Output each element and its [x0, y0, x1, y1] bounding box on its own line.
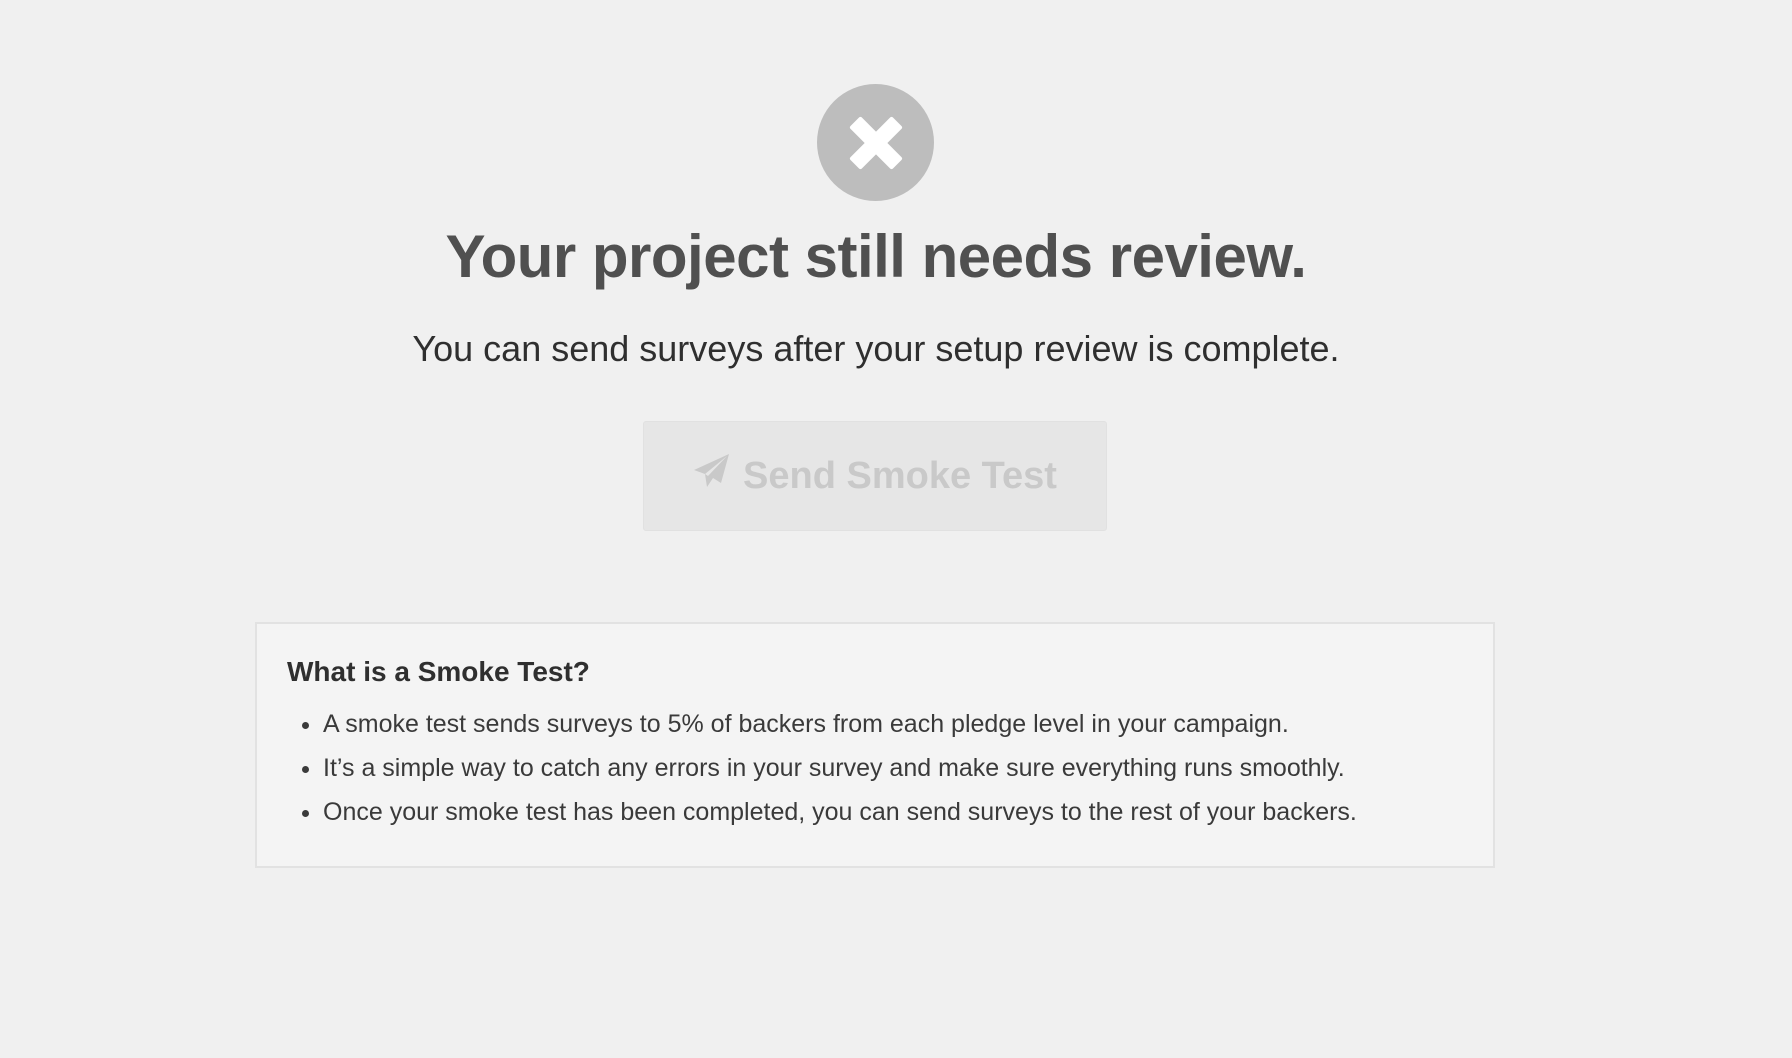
info-title: What is a Smoke Test?: [287, 656, 590, 687]
page-subtitle: You can send surveys after your setup re…: [412, 328, 1340, 369]
review-status-page: Your project still needs review. You can…: [0, 0, 1792, 1058]
send-smoke-test-label: Send Smoke Test: [743, 454, 1057, 497]
list-item: Once your smoke test has been completed,…: [323, 790, 1463, 834]
x-icon: [817, 84, 934, 201]
send-smoke-test-button[interactable]: Send Smoke Test: [643, 421, 1107, 531]
list-item: It’s a simple way to catch any errors in…: [323, 746, 1463, 790]
smoke-test-info-box: What is a Smoke Test? A smoke test sends…: [255, 622, 1495, 868]
paper-plane-icon: [693, 453, 731, 499]
list-item: A smoke test sends surveys to 5% of back…: [323, 702, 1463, 746]
info-list: A smoke test sends surveys to 5% of back…: [287, 702, 1463, 834]
page-title: Your project still needs review.: [445, 223, 1307, 290]
